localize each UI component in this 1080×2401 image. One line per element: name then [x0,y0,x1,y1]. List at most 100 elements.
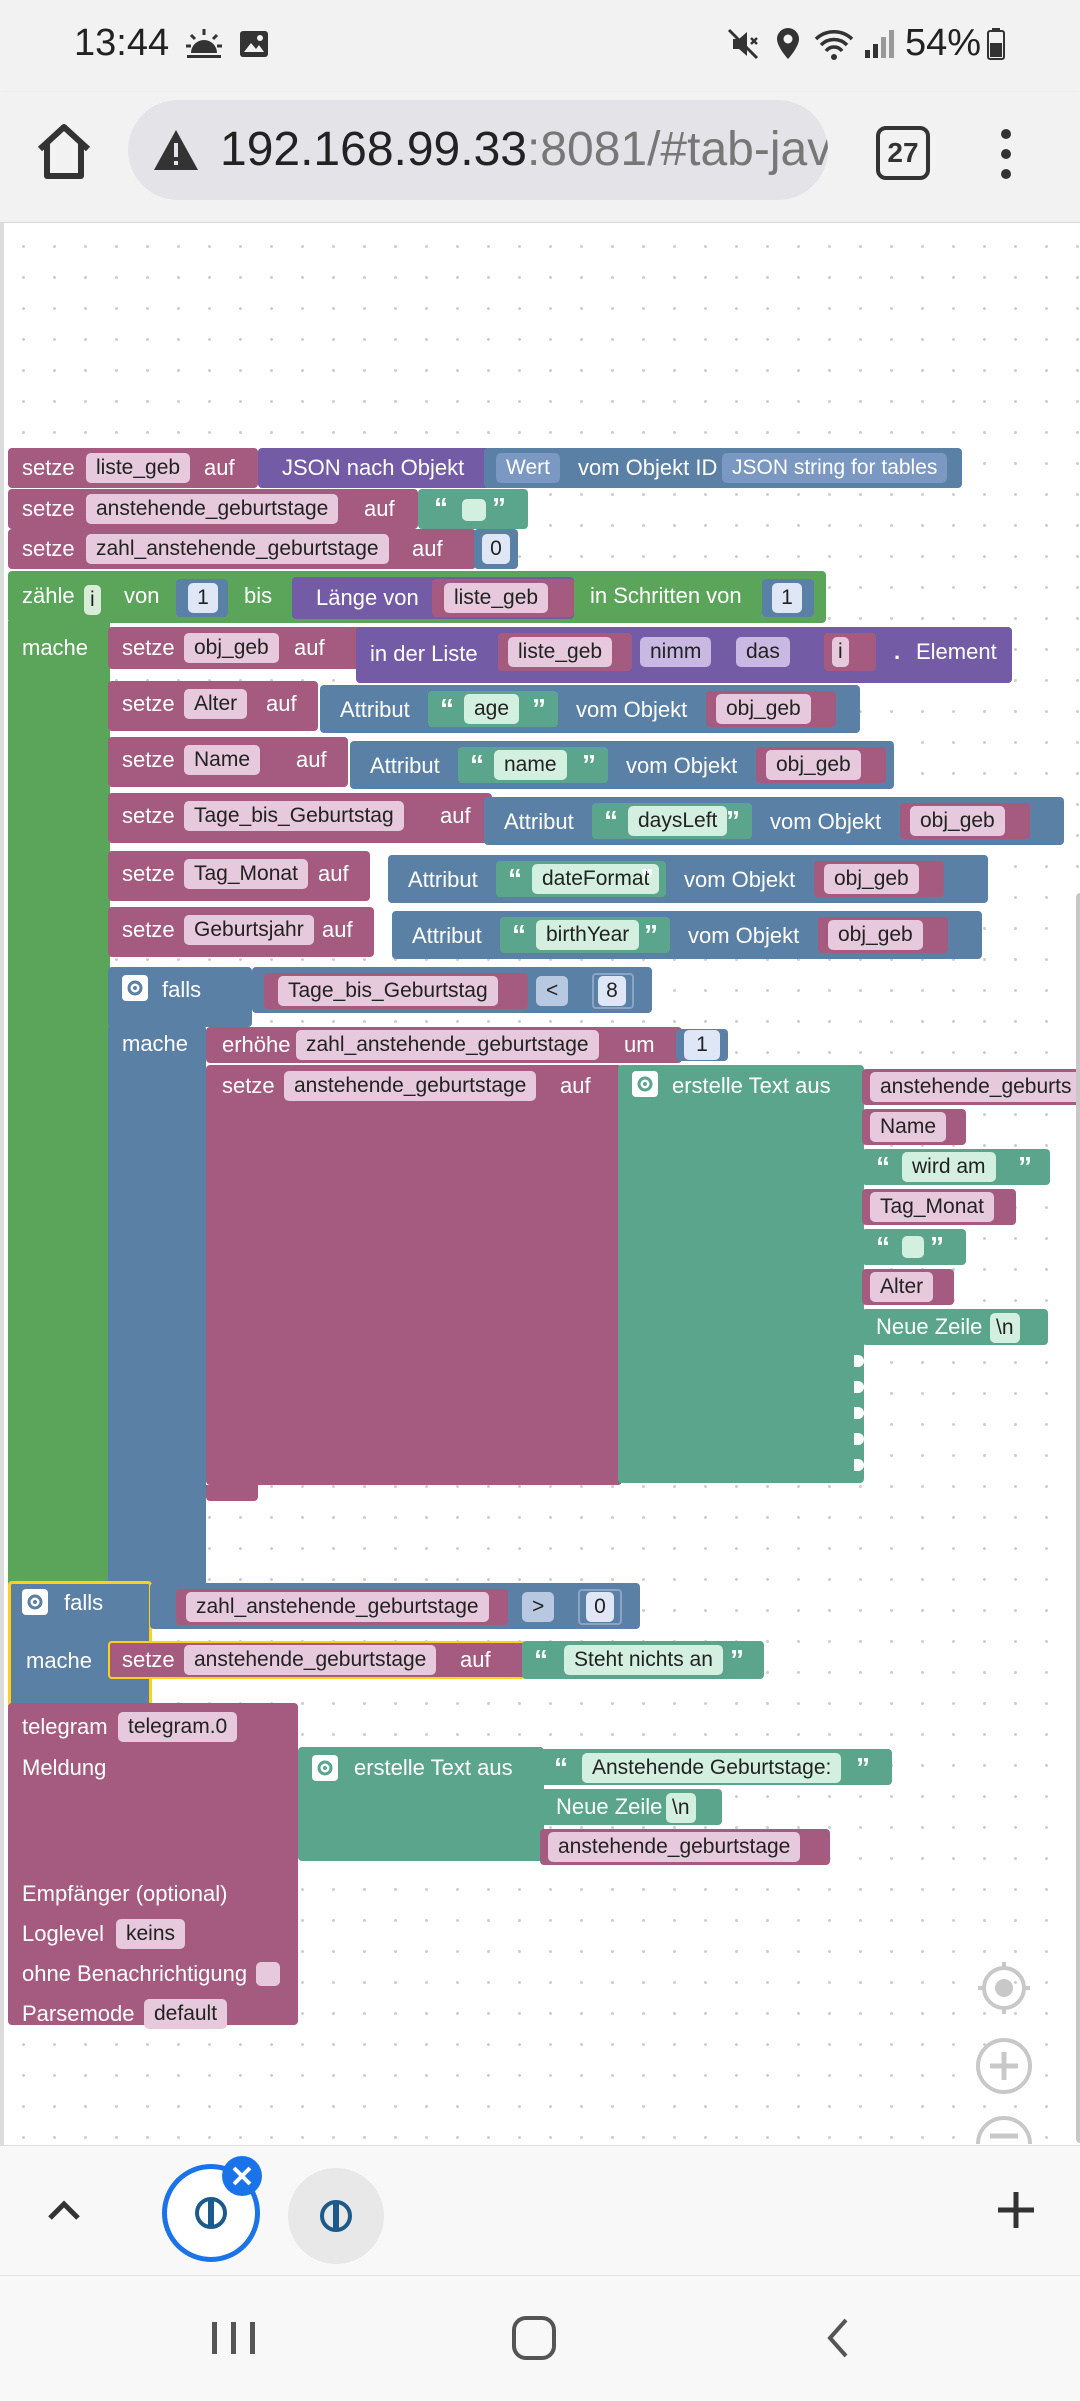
operator-dropdown[interactable]: < [536,976,569,1006]
block-label: JSON nach Objekt [282,455,465,480]
variable-dropdown[interactable]: anstehende_geburtstage [284,1071,537,1101]
gear-icon[interactable] [122,975,148,1001]
variable-dropdown[interactable]: obj_geb [716,694,811,724]
zoom-out-icon[interactable] [974,2114,1034,2145]
text-field[interactable]: daysLeft [628,806,728,836]
newline-dropdown[interactable]: \n [666,1793,696,1823]
variable-dropdown[interactable]: obj_geb [184,633,279,663]
variable-dropdown[interactable]: Alter [184,689,248,719]
warning-icon[interactable] [152,128,200,172]
text-field[interactable]: age [464,694,520,724]
block-label: Parsemode [22,2001,135,2026]
variable-dropdown[interactable]: liste_geb [86,453,191,483]
gear-icon[interactable] [312,1755,338,1781]
variable-dropdown[interactable]: obj_geb [828,920,923,950]
variable-dropdown[interactable]: zahl_anstehende_geburtstage [86,534,389,564]
quote-open-icon: “ [876,1151,890,1182]
parsemode-dropdown[interactable]: default [144,1999,228,2029]
status-bar: 13:44 54% [0,0,1080,92]
block-label: Länge von [316,585,419,610]
variable-dropdown[interactable]: obj_geb [910,806,1005,836]
new-tab-icon[interactable] [992,2186,1040,2239]
variable-dropdown[interactable]: liste_geb [444,583,549,613]
variable-dropdown[interactable]: Name [184,745,261,775]
variable-dropdown[interactable]: obj_geb [824,864,919,894]
quote-open-icon: “ [512,919,526,950]
number-field[interactable]: 0 [482,534,510,564]
home-nav-icon[interactable] [508,2312,560,2369]
url-path: :8081/#tab-jav [526,123,828,176]
tab-button[interactable] [288,2168,384,2264]
block-keyword: auf [364,496,395,521]
variable-dropdown[interactable]: i [832,637,849,667]
block-label: Neue Zeile [556,1794,663,1819]
text-field[interactable]: Anstehende Geburtstage: [582,1753,842,1783]
blockly-workspace[interactable]: setze liste_geb auf JSON nach Objekt Wer… [0,223,1080,2145]
block-keyword: auf [412,536,443,561]
loop-variable-dropdown[interactable]: i [84,585,101,615]
block-label: vom Objekt [684,867,796,892]
gear-icon[interactable] [632,1071,658,1097]
variable-dropdown[interactable]: Geburtsjahr [184,915,314,945]
block-keyword: um [624,1032,655,1057]
variable-dropdown[interactable]: Tage_bis_Geburtstag [278,976,498,1006]
variable-dropdown[interactable]: Tag_Monat [184,859,308,889]
variable-dropdown[interactable]: anstehende_geburtstage [184,1645,437,1675]
block-keyword: auf [460,1647,491,1672]
recent-apps-icon[interactable] [206,2316,262,2365]
variable-dropdown[interactable]: anstehende_geburtstage [548,1832,801,1862]
silent-checkbox[interactable] [256,1962,280,1986]
variable-dropdown[interactable]: zahl_anstehende_geburtstage [296,1030,599,1060]
overflow-menu-icon[interactable] [996,124,1016,184]
back-icon[interactable] [816,2312,860,2369]
quote-open-icon: “ [876,1231,890,1262]
block-keyword: bis [244,583,273,608]
number-field[interactable]: 1 [684,1030,720,1060]
variable-dropdown[interactable]: anstehende_geburts [870,1072,1080,1102]
zoom-in-icon[interactable] [974,2036,1034,2101]
nimm-dropdown[interactable]: nimm [640,637,712,667]
newline-dropdown[interactable]: \n [990,1313,1020,1343]
url-host: 192.168.99.33 [220,123,527,176]
text-field[interactable]: name [494,750,567,780]
text-field-empty[interactable] [902,1236,924,1258]
gear-icon[interactable] [22,1589,48,1615]
recenter-icon[interactable] [974,1958,1034,2023]
variable-dropdown[interactable]: Alter [870,1272,934,1302]
variable-dropdown[interactable]: Tag_Monat [870,1192,994,1222]
text-field[interactable]: wird am [902,1152,996,1182]
telegram-instance-dropdown[interactable]: telegram.0 [118,1712,238,1742]
loglevel-dropdown[interactable]: keins [116,1919,186,1949]
quote-close-icon: ” [532,693,546,724]
close-tab-icon[interactable] [222,2156,262,2196]
url-bar[interactable]: 192.168.99.33:8081/#tab-jav [128,100,828,200]
number-field[interactable]: 0 [586,1592,614,1622]
text-field[interactable]: birthYear [536,920,640,950]
workspace-scrollbar[interactable] [1076,893,1080,2143]
block-label: Attribut [408,867,478,892]
block-label: Loglevel [22,1921,104,1946]
das-dropdown[interactable]: das [736,637,790,667]
variable-dropdown[interactable]: Name [870,1112,947,1142]
wert-dropdown[interactable]: Wert [496,453,560,483]
variable-dropdown[interactable]: zahl_anstehende_geburtstage [186,1592,489,1622]
variable-dropdown[interactable]: Tage_bis_Geburtstag [184,801,404,831]
variable-dropdown[interactable]: liste_geb [508,637,613,667]
tab-count-button[interactable]: 27 [876,126,930,180]
set-variable-block[interactable] [206,1065,622,1485]
home-icon[interactable] [30,117,98,185]
quote-close-icon: ” [582,749,596,780]
object-id-field[interactable]: JSON string for tables [722,453,948,483]
quote-close-icon: ” [492,492,506,523]
variable-dropdown[interactable]: obj_geb [766,750,861,780]
number-field[interactable]: 1 [188,583,218,613]
text-join-block[interactable] [618,1065,864,1483]
operator-dropdown[interactable]: > [522,1592,555,1622]
text-field[interactable]: Steht nichts an [564,1645,723,1675]
chevron-up-icon[interactable] [40,2186,88,2239]
number-field[interactable]: 1 [772,583,802,613]
text-field-empty[interactable] [462,499,486,521]
variable-dropdown[interactable]: anstehende_geburtstage [86,494,339,524]
number-field[interactable]: 8 [598,976,626,1006]
quote-open-icon: “ [434,492,448,523]
